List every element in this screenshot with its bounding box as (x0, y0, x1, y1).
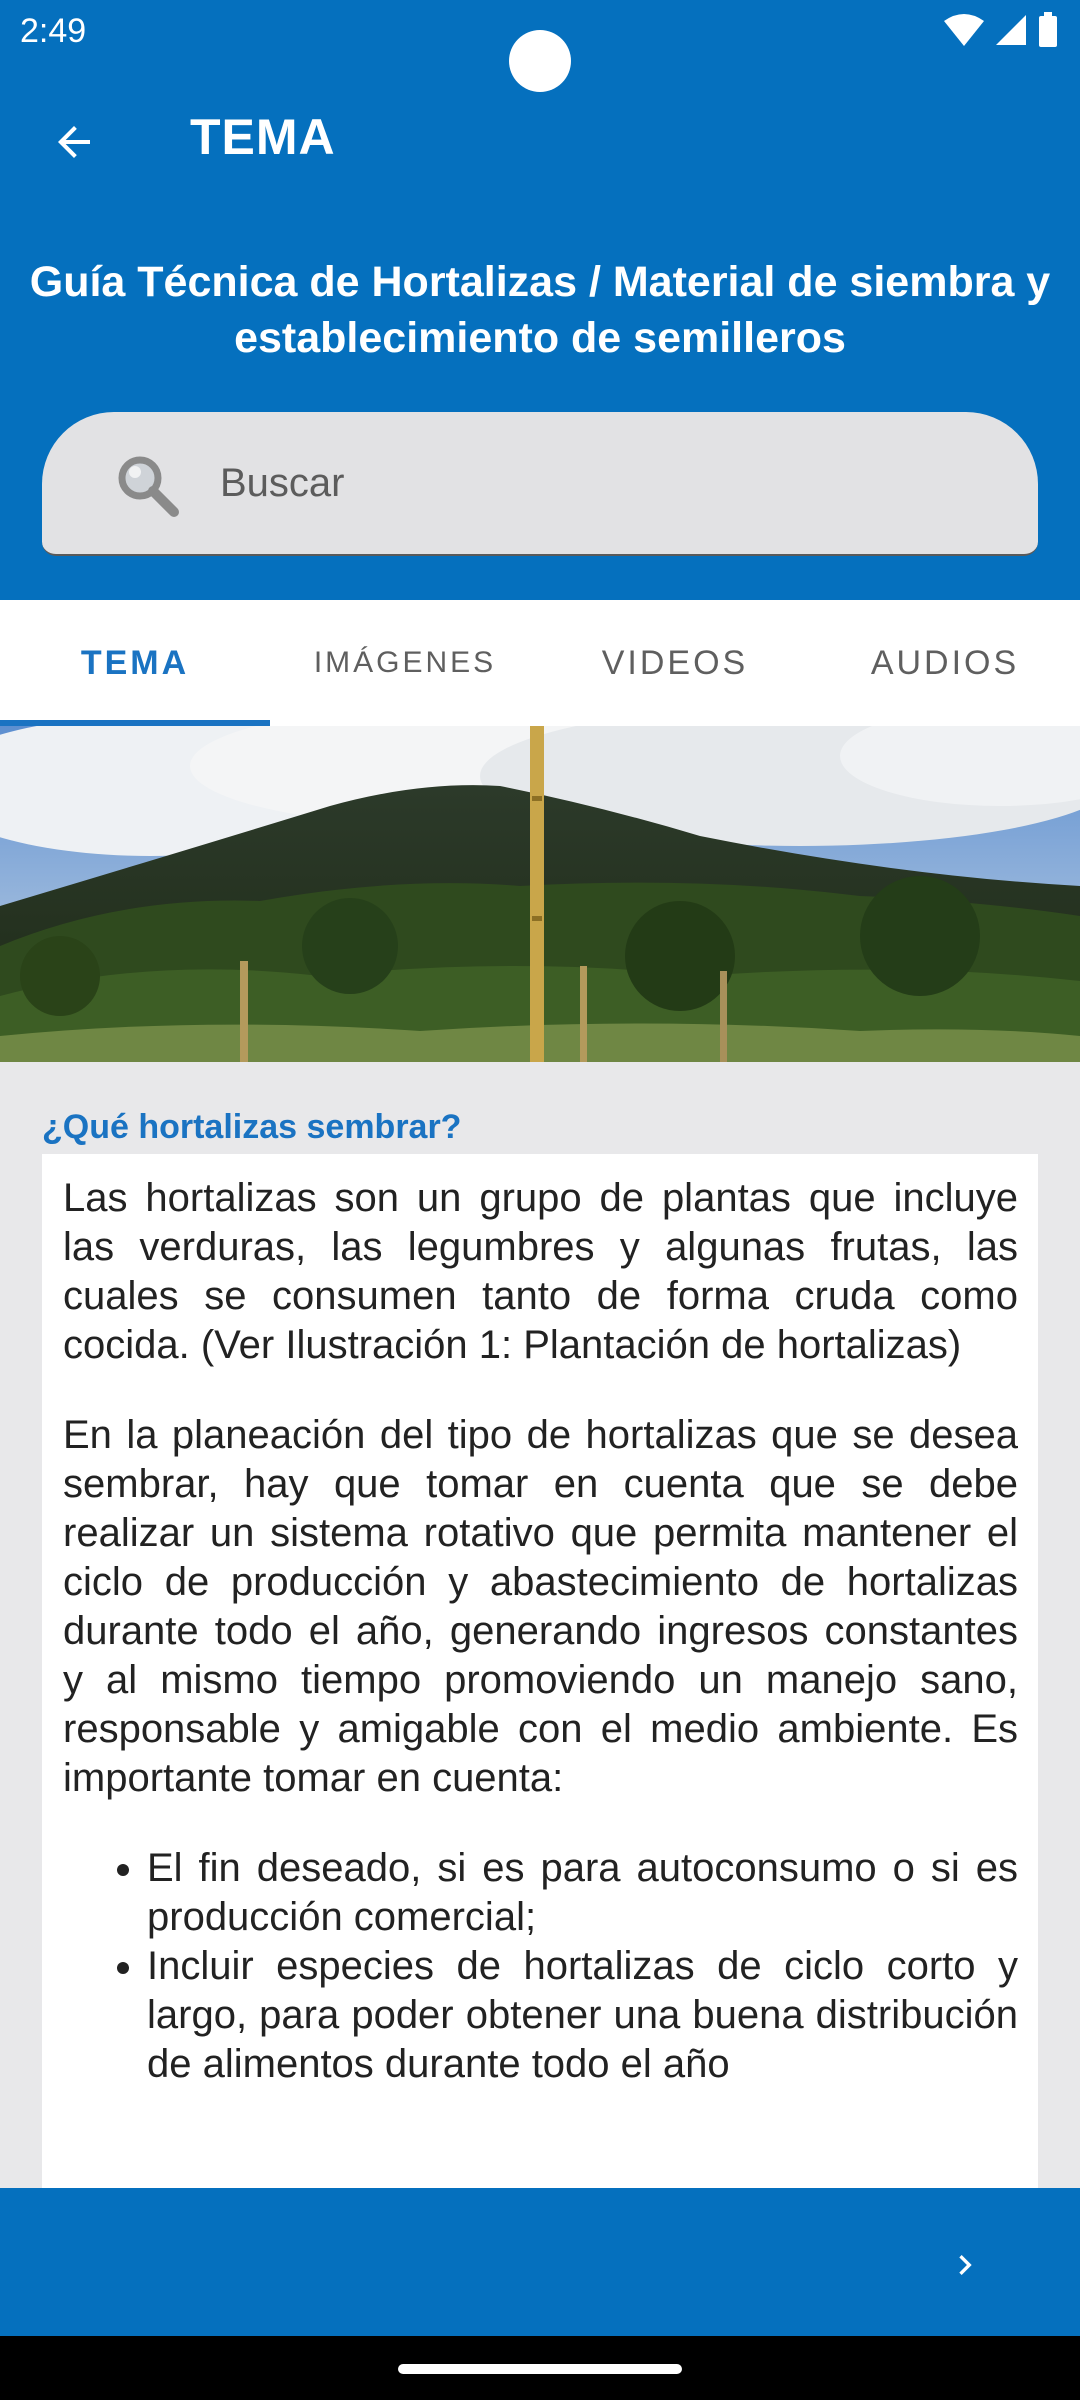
magnifier-icon (118, 456, 179, 517)
next-button[interactable] (930, 2230, 1000, 2300)
system-nav-bar (0, 2336, 1080, 2400)
section-title: ¿Qué hortalizas sembrar? (42, 1108, 462, 1146)
app-bar: TEMA (0, 64, 1080, 212)
home-indicator[interactable] (398, 2364, 682, 2374)
tab-audios[interactable]: AUDIOS (810, 600, 1080, 726)
paragraph: Las hortalizas son un grupo de plantas q… (63, 1176, 1018, 1367)
wifi-icon (944, 14, 984, 46)
landscape-illustration (0, 726, 1080, 1062)
content-area[interactable]: ¿Qué hortalizas sembrar? Las hortalizas … (0, 1062, 1080, 2188)
search-input[interactable] (220, 412, 1000, 554)
list-item: El fin deseado, si es para autoconsumo o… (147, 1844, 1018, 1942)
search-box[interactable] (42, 412, 1038, 556)
tab-imagenes[interactable]: IMÁGENES (270, 600, 540, 726)
tab-bar: TEMA IMÁGENES VIDEOS AUDIOS (0, 600, 1080, 726)
content-card: Las hortalizas son un grupo de plantas q… (42, 1154, 1038, 2188)
back-button[interactable] (38, 106, 110, 178)
tab-tema[interactable]: TEMA (0, 600, 270, 726)
hero-image (0, 726, 1080, 1062)
signal-icon (996, 15, 1026, 45)
list-item: Incluir especies de hortalizas de ciclo … (147, 1942, 1018, 2089)
arrow-back-icon (58, 126, 90, 158)
status-time: 2:49 (20, 12, 87, 50)
chevron-right-icon (959, 2255, 972, 2275)
status-icons (944, 12, 1058, 48)
bottom-bar (0, 2188, 1080, 2336)
tab-videos[interactable]: VIDEOS (540, 600, 810, 726)
paragraph: En la planeación del tipo de hortalizas … (63, 1413, 1018, 1800)
bullet-list: El fin deseado, si es para autoconsumo o… (147, 1844, 1018, 2089)
status-bar: 2:49 (0, 0, 1080, 92)
app-title: TEMA (190, 109, 336, 165)
battery-icon (1039, 12, 1057, 47)
guide-title: Guía Técnica de Hortalizas / Material de… (29, 258, 1051, 362)
